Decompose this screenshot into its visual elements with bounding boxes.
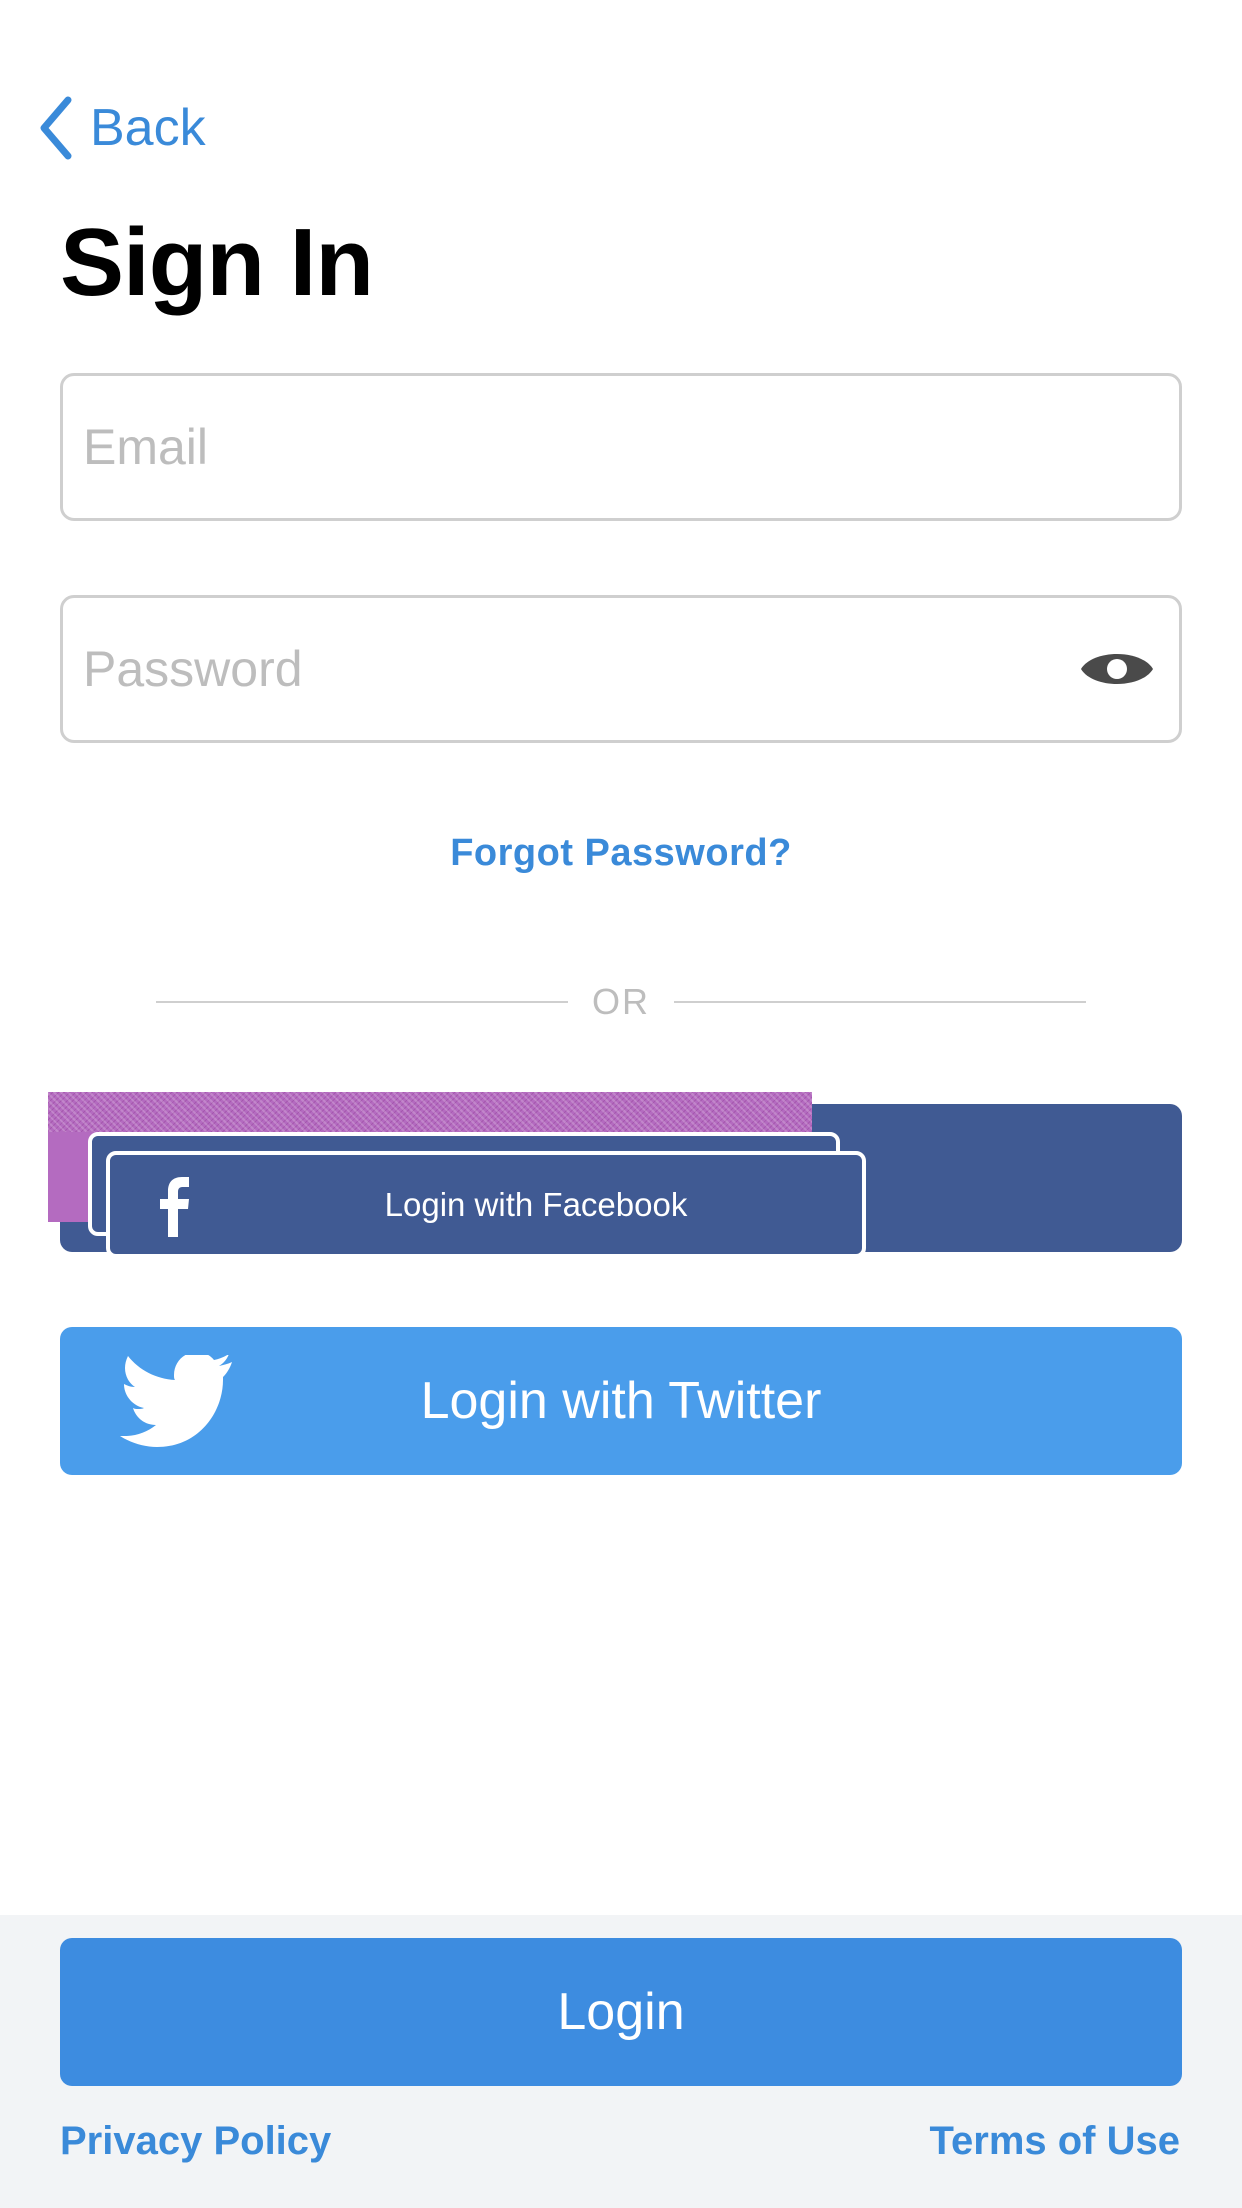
facebook-icon [160,1177,189,1237]
back-button[interactable]: Back [36,92,206,164]
eye-icon[interactable] [1079,645,1155,693]
facebook-login-label: Login with Facebook [384,1185,688,1223]
twitter-icon [120,1355,232,1447]
facebook-login-button[interactable]: Login with Facebook [106,1151,866,1258]
chevron-left-icon [40,96,72,160]
footer: Login Privacy Policy Terms of Use [0,1915,1242,2208]
divider-line-left [156,1001,568,1003]
email-field-container [60,373,1182,521]
twitter-login-button[interactable]: Login with Twitter [60,1327,1182,1475]
page-title: Sign In [60,209,374,316]
password-input[interactable] [63,598,1179,740]
forgot-password-link[interactable]: Forgot Password? [0,832,1242,875]
divider-label: OR [592,981,650,1022]
back-label: Back [90,99,206,157]
password-field-container [60,595,1182,743]
divider-line-right [674,1001,1086,1003]
sign-in-screen: Back Sign In Forgot Password? OR Login w… [0,0,1242,2208]
email-input[interactable] [63,376,1179,518]
facebook-login-area: Login with Facebook [48,1092,1182,1262]
privacy-policy-link[interactable]: Privacy Policy [60,2119,331,2164]
terms-of-use-link[interactable]: Terms of Use [930,2119,1180,2164]
or-divider: OR [156,981,1086,1022]
login-button[interactable]: Login [60,1938,1182,2086]
twitter-login-label: Login with Twitter [420,1372,822,1430]
